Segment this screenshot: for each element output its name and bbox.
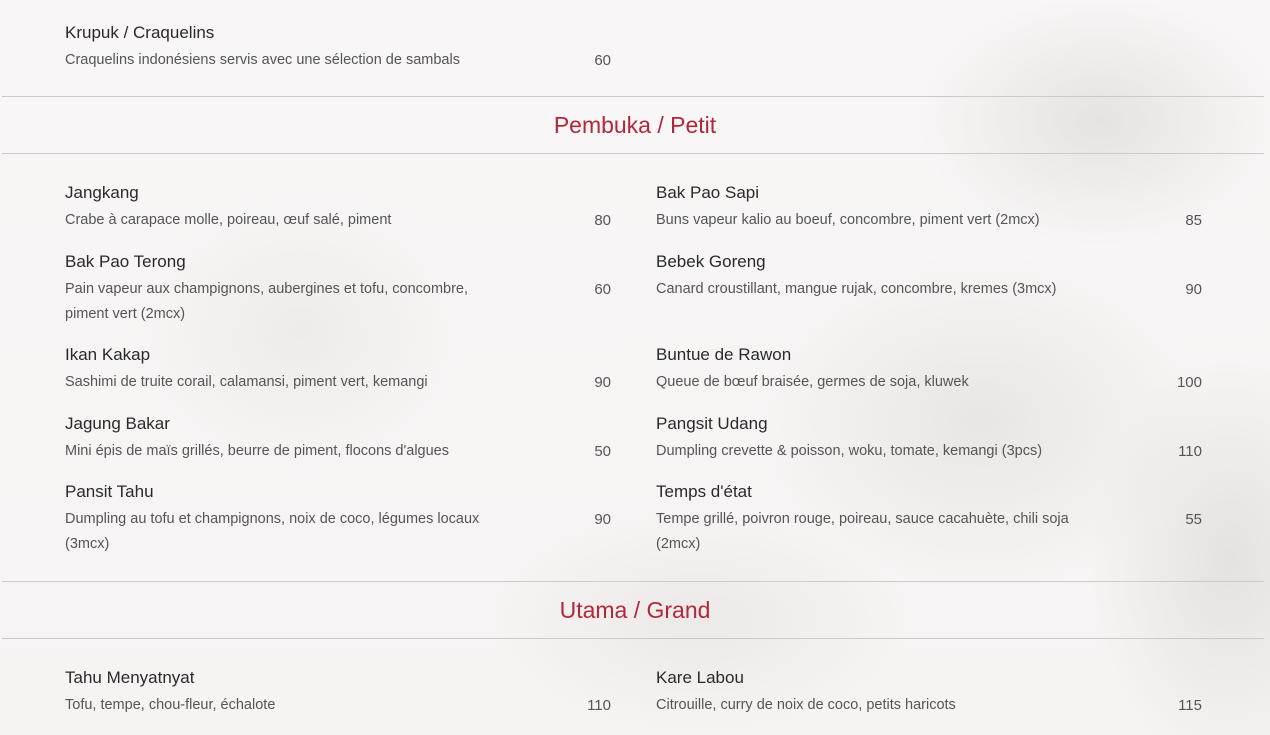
menu-item-price: 90 bbox=[1185, 281, 1202, 298]
menu-item-description: Dumpling crevette & poisson, woku, tomat… bbox=[656, 443, 1043, 459]
menu-item-row: Mini épis de maïs grillés, beurre de pim… bbox=[65, 439, 611, 464]
menu-item-price: 90 bbox=[594, 511, 611, 528]
menu-item: Bebek Goreng Canard croustillant, mangue… bbox=[656, 251, 1202, 302]
menu-item-name: Jangkang bbox=[65, 183, 139, 202]
menu-item: Pansit Tahu Dumpling au tofu et champign… bbox=[65, 481, 611, 557]
menu-item-price: 110 bbox=[587, 697, 611, 714]
menu-item-row: Tofu, tempe, chou-fleur, échalote 110 bbox=[65, 693, 611, 718]
menu-item-name: Bebek Goreng bbox=[656, 252, 766, 271]
menu-item-price: 50 bbox=[594, 443, 611, 460]
menu-item-price: 55 bbox=[1185, 511, 1202, 528]
menu-item: Buntue de Rawon Queue de bœuf braisée, g… bbox=[656, 344, 1202, 395]
menu-item-name: Tahu Menyatnyat bbox=[65, 668, 195, 687]
menu-item-description: Buns vapeur kalio au boeuf, concombre, p… bbox=[656, 212, 1040, 228]
menu-item-description: Tofu, tempe, chou-fleur, échalote bbox=[65, 697, 276, 713]
menu-item-price: 60 bbox=[594, 52, 611, 69]
menu-item-description: Sashimi de truite corail, calamansi, pim… bbox=[65, 374, 428, 390]
menu-item-description: Canard croustillant, mangue rujak, conco… bbox=[656, 281, 1057, 297]
section-divider-bottom bbox=[2, 153, 1264, 154]
menu-item-row: Dumpling crevette & poisson, woku, tomat… bbox=[656, 439, 1202, 464]
menu-item-name: Kare Labou bbox=[656, 668, 744, 687]
menu-page: Krupuk / Craquelins Craquelins indonésie… bbox=[0, 0, 1270, 714]
section-title-pembuka: Pembuka / Petit bbox=[553, 112, 717, 138]
menu-item-name: Krupuk / Craquelins bbox=[65, 23, 215, 42]
menu-item: Kare Labou Citrouille, curry de noix de … bbox=[656, 667, 1202, 718]
menu-item: Bak Pao Terong Pain vapeur aux champigno… bbox=[65, 251, 611, 327]
menu-item-row: Dumpling au tofu et champignons, noix de… bbox=[65, 507, 611, 557]
menu-item: Pangsit Udang Dumpling crevette & poisso… bbox=[656, 413, 1202, 464]
menu-item: Tahu Menyatnyat Tofu, tempe, chou-fleur,… bbox=[65, 667, 611, 718]
menu-item-description: Tempe grillé, poivron rouge, poireau, sa… bbox=[656, 511, 1069, 552]
menu-item-name: Bak Pao Sapi bbox=[656, 183, 760, 202]
menu-item-price: 85 bbox=[1185, 212, 1202, 229]
menu-item-name: Bak Pao Terong bbox=[65, 252, 186, 271]
menu-item: Bak Pao Sapi Buns vapeur kalio au boeuf,… bbox=[656, 182, 1202, 233]
menu-item-description: Queue de bœuf braisée, germes de soja, k… bbox=[656, 374, 969, 390]
menu-item-description: Citrouille, curry de noix de coco, petit… bbox=[656, 697, 956, 713]
menu-item-name: Temps d'état bbox=[656, 482, 752, 501]
menu-item-row: Pain vapeur aux champignons, aubergines … bbox=[65, 277, 611, 327]
menu-item: Temps d'état Tempe grillé, poivron rouge… bbox=[656, 481, 1202, 557]
menu-item-name: Buntue de Rawon bbox=[656, 345, 792, 364]
menu-item-description: Mini épis de maïs grillés, beurre de pim… bbox=[65, 443, 449, 459]
menu-item-price: 90 bbox=[594, 374, 611, 391]
section-title-utama: Utama / Grand bbox=[559, 597, 711, 623]
menu-item-row: Sashimi de truite corail, calamansi, pim… bbox=[65, 370, 611, 395]
menu-item-row: Buns vapeur kalio au boeuf, concombre, p… bbox=[656, 208, 1202, 233]
menu-item-row: Crabe à carapace molle, poireau, œuf sal… bbox=[65, 208, 611, 233]
menu-item-row: Canard croustillant, mangue rujak, conco… bbox=[656, 277, 1202, 302]
menu-item-price: 60 bbox=[594, 281, 611, 298]
menu-item-price: 80 bbox=[594, 212, 611, 229]
menu-item-price: 115 bbox=[1178, 697, 1202, 714]
menu-item-krupuk: Krupuk / Craquelins Craquelins indonésie… bbox=[65, 22, 611, 73]
menu-item-row: Tempe grillé, poivron rouge, poireau, sa… bbox=[656, 507, 1202, 557]
section-divider-top bbox=[2, 96, 1264, 97]
menu-item-row: Craquelins indonésiens servis avec une s… bbox=[65, 48, 611, 73]
section-divider-bottom bbox=[2, 638, 1264, 639]
section-divider-top bbox=[2, 581, 1264, 582]
menu-item-price: 100 bbox=[1176, 374, 1202, 391]
menu-item-name: Pansit Tahu bbox=[65, 482, 154, 501]
menu-item-description: Dumpling au tofu et champignons, noix de… bbox=[65, 511, 480, 552]
menu-item-row: Citrouille, curry de noix de coco, petit… bbox=[656, 693, 1202, 718]
menu-item-name: Ikan Kakap bbox=[65, 345, 151, 364]
menu-item: Jangkang Crabe à carapace molle, poireau… bbox=[65, 182, 611, 233]
menu-item-row: Queue de bœuf braisée, germes de soja, k… bbox=[656, 370, 1202, 395]
menu-item-description: Pain vapeur aux champignons, aubergines … bbox=[65, 281, 469, 322]
menu-item-description: Craquelins indonésiens servis avec une s… bbox=[65, 52, 460, 68]
menu-item-name: Jagung Bakar bbox=[65, 414, 170, 433]
menu-item: Jagung Bakar Mini épis de maïs grillés, … bbox=[65, 413, 611, 464]
menu-item-price: 110 bbox=[1178, 443, 1202, 460]
menu-item-name: Pangsit Udang bbox=[656, 414, 768, 433]
menu-item: Ikan Kakap Sashimi de truite corail, cal… bbox=[65, 344, 611, 395]
menu-item-description: Crabe à carapace molle, poireau, œuf sal… bbox=[65, 212, 392, 228]
